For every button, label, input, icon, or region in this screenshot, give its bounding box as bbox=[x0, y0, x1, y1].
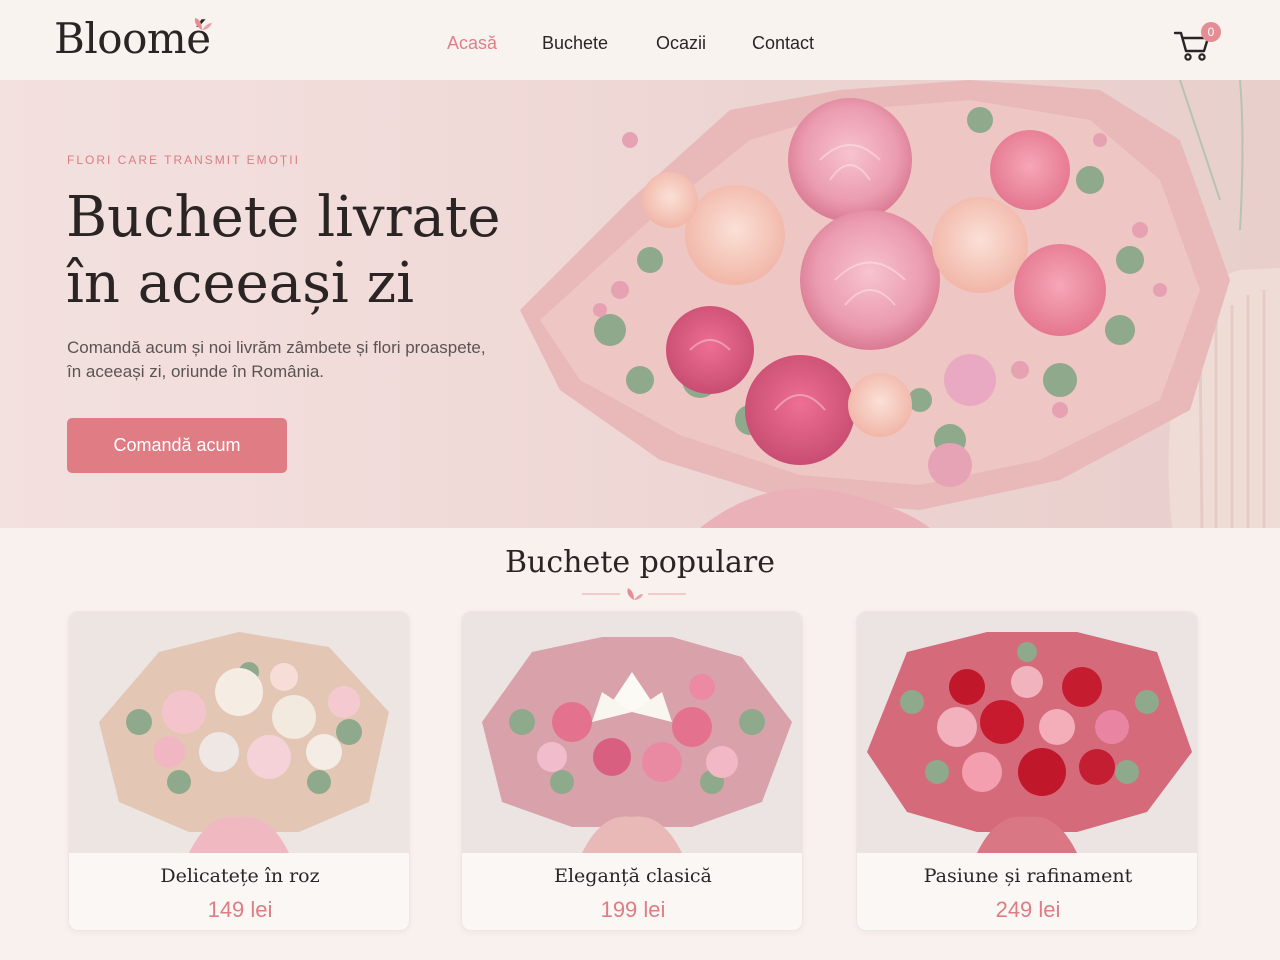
nav-bouquets[interactable]: Buchete bbox=[542, 33, 608, 54]
cart-count-badge: 0 bbox=[1201, 22, 1221, 42]
site-header: Bloomé Acasă Buchete Ocazii Contact 0 bbox=[0, 0, 1280, 80]
nav-contact[interactable]: Contact bbox=[752, 33, 814, 54]
hero-bouquet-image bbox=[520, 80, 1280, 528]
product-name: Eleganță clasică bbox=[554, 865, 712, 887]
divider-leaf-icon bbox=[582, 588, 686, 600]
hero-banner: FLORI CARE TRANSMIT EMOȚII Buchete livra… bbox=[0, 80, 1280, 528]
product-price: 149 lei bbox=[207, 897, 273, 922]
hero-subtitle: Comandă acum și noi livrăm zâmbete și fl… bbox=[67, 338, 486, 381]
product-image bbox=[69, 612, 409, 853]
product-image bbox=[462, 612, 802, 853]
product-name: Pasiune și rafinament bbox=[923, 865, 1133, 887]
hero-title-line-2: în aceeași zi bbox=[66, 251, 415, 316]
order-now-button[interactable]: Comandă acum bbox=[67, 418, 287, 473]
brand-logo[interactable]: Bloomé bbox=[54, 14, 211, 63]
product-image bbox=[857, 612, 1197, 853]
product-name: Delicatețe în roz bbox=[160, 865, 320, 887]
product-card[interactable]: Eleganță clasică 199 lei bbox=[461, 611, 803, 931]
nav-occasions[interactable]: Ocazii bbox=[656, 33, 706, 54]
product-price: 249 lei bbox=[995, 897, 1061, 922]
product-price: 199 lei bbox=[600, 897, 666, 922]
nav-home[interactable]: Acasă bbox=[447, 33, 497, 54]
hero-title: Buchete livrate în aceeași zi bbox=[66, 185, 536, 317]
hero-eyebrow: FLORI CARE TRANSMIT EMOȚII bbox=[67, 153, 300, 167]
product-card[interactable]: Delicatețe în roz 149 lei bbox=[68, 611, 410, 931]
product-card[interactable]: Pasiune și rafinament 249 lei bbox=[856, 611, 1198, 931]
leaf-icon bbox=[194, 18, 212, 30]
popular-section-title: Buchete populare bbox=[505, 545, 775, 580]
hero-title-line-1: Buchete livrate bbox=[66, 185, 501, 250]
